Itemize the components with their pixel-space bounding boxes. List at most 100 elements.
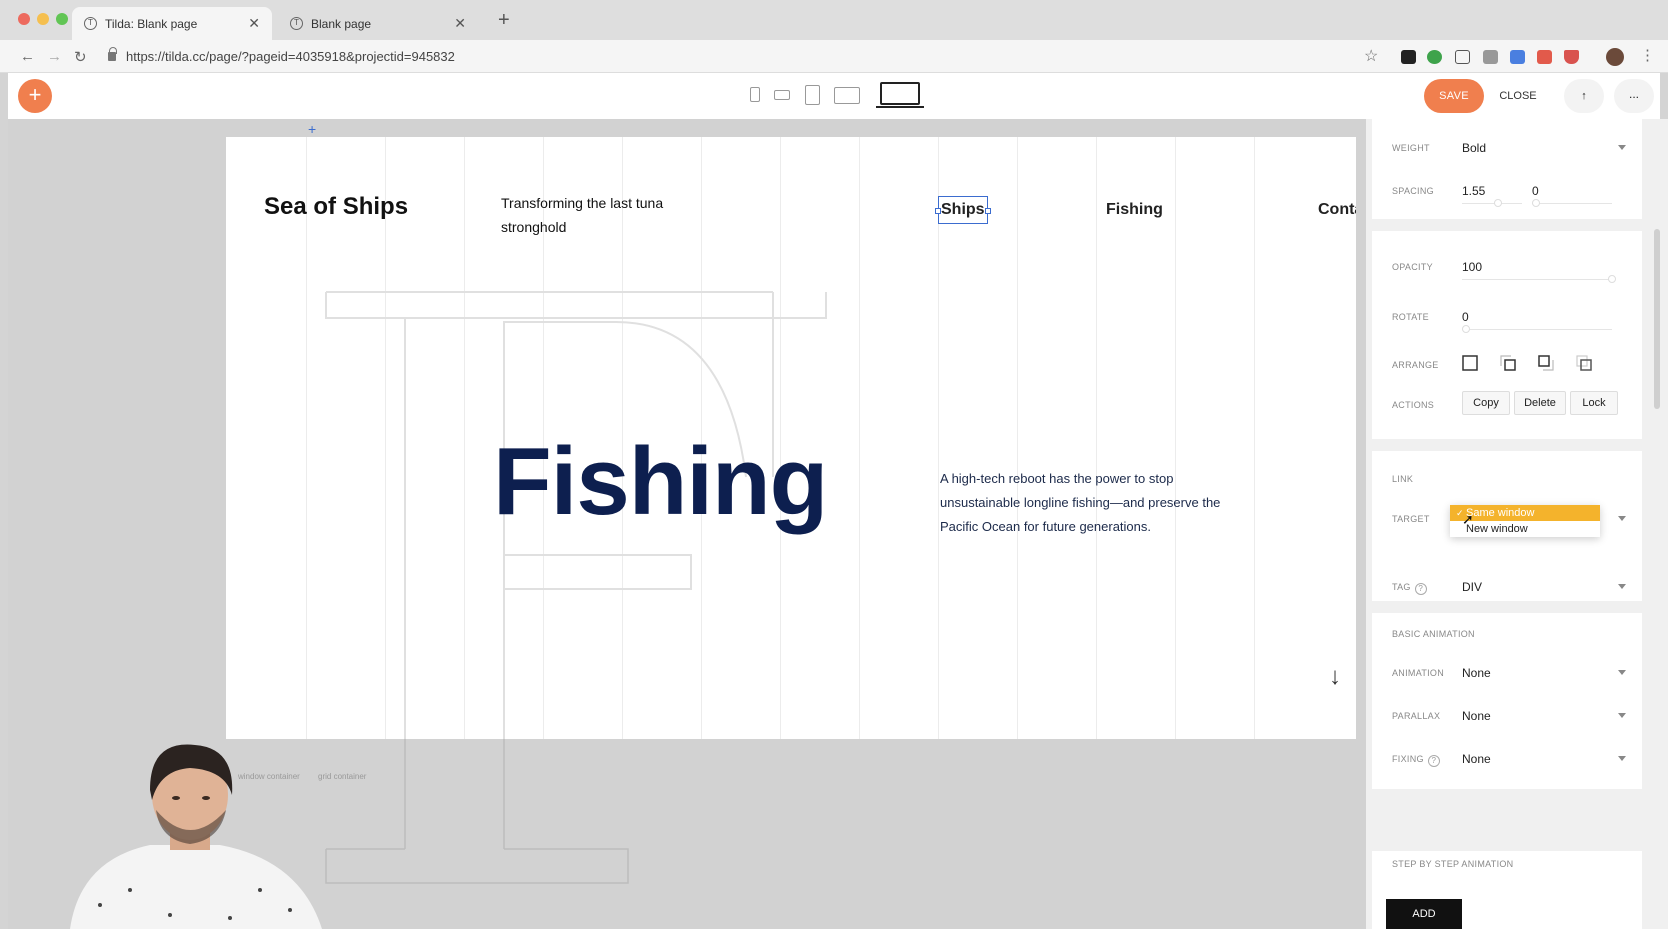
step-animation-title: STEP BY STEP ANIMATION <box>1392 859 1514 869</box>
opacity-slider[interactable] <box>1462 275 1616 283</box>
window-close-control[interactable] <box>18 13 30 25</box>
copy-button[interactable]: Copy <box>1462 391 1510 415</box>
spacing-label: SPACING <box>1392 186 1434 196</box>
typography-section: WEIGHT Bold SPACING 1.55 0 <box>1372 119 1642 219</box>
extension-capture-icon[interactable] <box>1455 50 1470 64</box>
fixing-label: FIXING <box>1392 754 1424 764</box>
panel-scrollbar[interactable] <box>1654 229 1660 409</box>
site-tagline[interactable]: Transforming the last tuna stronghold <box>501 191 681 239</box>
animation-row[interactable]: ANIMATION None <box>1372 659 1642 689</box>
device-mobile-landscape-icon[interactable] <box>774 90 790 100</box>
parallax-row[interactable]: PARALLAX None <box>1372 702 1642 732</box>
link-row[interactable]: LINK <box>1372 465 1642 495</box>
resize-handle-left[interactable] <box>935 208 941 214</box>
resize-handle-right[interactable] <box>984 208 991 214</box>
add-element-button[interactable]: + <box>18 79 52 113</box>
extension-evernote-icon[interactable] <box>1427 50 1442 64</box>
animation-label: ANIMATION <box>1392 668 1445 678</box>
help-icon[interactable]: ? <box>1414 583 1427 595</box>
extension-translate-icon[interactable] <box>1510 50 1525 64</box>
browser-menu-icon[interactable]: ⋮ <box>1640 46 1655 64</box>
profile-avatar[interactable] <box>1606 48 1624 66</box>
slider-knob[interactable] <box>1494 199 1502 207</box>
line-height-value[interactable]: 1.55 <box>1462 184 1485 198</box>
actions-label: ACTIONS <box>1392 400 1435 410</box>
nav-link-contacts[interactable]: Conta <box>1318 201 1356 219</box>
tag-row[interactable]: TAG? DIV <box>1372 573 1642 603</box>
fixing-value[interactable]: None <box>1462 752 1491 766</box>
opacity-row: OPACITY 100 <box>1372 253 1642 283</box>
chevron-down-icon <box>1618 670 1626 675</box>
bring-forward-icon[interactable] <box>1500 355 1516 371</box>
send-to-back-icon[interactable] <box>1576 355 1592 371</box>
chevron-down-icon <box>1618 713 1626 718</box>
scroll-down-arrow-icon[interactable]: ↓ <box>1329 663 1341 691</box>
reload-icon[interactable]: ↻ <box>74 48 87 66</box>
nav-link-fishing[interactable]: Fishing <box>1106 201 1163 219</box>
tab-title: Tilda: Blank page <box>105 16 198 31</box>
help-icon[interactable]: ? <box>1427 755 1440 767</box>
extension-notification-icon[interactable] <box>1537 50 1552 64</box>
browser-tab-tilda[interactable]: T Tilda: Blank page ✕ <box>72 7 272 40</box>
spacing-row: SPACING 1.55 0 <box>1372 177 1642 207</box>
window-zoom-control[interactable] <box>56 13 68 25</box>
forward-icon[interactable]: → <box>47 48 62 65</box>
nav-link-ships[interactable]: Ships <box>935 196 991 224</box>
delete-button[interactable]: Delete <box>1514 391 1566 415</box>
chevron-down-icon <box>1618 584 1626 589</box>
presenter-webcam-overlay <box>70 744 322 929</box>
bring-to-front-icon[interactable] <box>1462 355 1478 371</box>
nav-link-label: Ships <box>941 201 985 218</box>
target-label: TARGET <box>1392 514 1430 524</box>
animation-value[interactable]: None <box>1462 666 1491 680</box>
bookmark-star-icon[interactable]: ☆ <box>1364 46 1378 66</box>
send-backward-icon[interactable] <box>1538 355 1554 371</box>
slider-knob[interactable] <box>1462 325 1470 333</box>
artboard[interactable]: Sea of Ships Transforming the last tuna … <box>226 137 1356 739</box>
properties-panel: WEIGHT Bold SPACING 1.55 0 OPACITY 100 R… <box>1366 119 1668 929</box>
tab-close-icon[interactable]: ✕ <box>248 15 260 32</box>
device-tablet-portrait-icon[interactable] <box>805 85 820 105</box>
pin-button[interactable]: ↑ <box>1564 79 1604 113</box>
device-desktop-icon[interactable] <box>880 82 920 105</box>
extension-shield-icon[interactable] <box>1564 50 1579 64</box>
mouse-cursor-icon: ➚ <box>1462 511 1474 527</box>
add-step-animation-button[interactable]: ADD <box>1386 899 1462 929</box>
letter-spacing-value[interactable]: 0 <box>1532 184 1539 198</box>
slider-knob[interactable] <box>1608 275 1616 283</box>
rotate-row: ROTATE 0 <box>1372 303 1642 333</box>
hero-description[interactable]: A high-tech reboot has the power to stop… <box>940 467 1230 539</box>
tab-close-icon[interactable]: ✕ <box>454 15 466 32</box>
more-button[interactable]: ... <box>1614 79 1654 113</box>
desktop-stand-icon <box>876 106 924 108</box>
tag-value[interactable]: DIV <box>1462 580 1482 594</box>
line-height-slider[interactable] <box>1462 199 1522 207</box>
lock-button[interactable]: Lock <box>1570 391 1618 415</box>
browser-tab-bar: T Tilda: Blank page ✕ T Blank page ✕ + <box>0 0 1668 40</box>
rotate-slider[interactable] <box>1462 325 1612 333</box>
extension-camera-icon[interactable] <box>1483 50 1498 64</box>
parallax-value[interactable]: None <box>1462 709 1491 723</box>
browser-tab-blank[interactable]: T Blank page ✕ <box>278 7 478 40</box>
letter-spacing-slider[interactable] <box>1532 199 1612 207</box>
extension-flag-icon[interactable] <box>1401 50 1416 64</box>
back-icon[interactable]: ← <box>20 48 35 65</box>
window-minimize-control[interactable] <box>37 13 49 25</box>
crosshair-icon: + <box>308 121 317 137</box>
device-tablet-landscape-icon[interactable] <box>834 87 860 104</box>
hero-title[interactable]: Fishing <box>493 427 828 537</box>
close-button[interactable]: CLOSE <box>1494 79 1542 113</box>
url-field[interactable]: https://tilda.cc/page/?pageid=4035918&pr… <box>108 45 1378 68</box>
url-text: https://tilda.cc/page/?pageid=4035918&pr… <box>126 49 455 64</box>
link-label: LINK <box>1392 474 1414 484</box>
device-mobile-portrait-icon[interactable] <box>750 87 760 102</box>
slider-knob[interactable] <box>1532 199 1540 207</box>
new-tab-icon[interactable]: + <box>498 9 510 32</box>
weight-row[interactable]: WEIGHT Bold <box>1372 134 1642 164</box>
save-button[interactable]: SAVE <box>1424 79 1484 113</box>
site-logo[interactable]: Sea of Ships <box>264 193 408 221</box>
fixing-row[interactable]: FIXING? None <box>1372 745 1642 775</box>
rotate-value[interactable]: 0 <box>1462 310 1469 324</box>
opacity-value[interactable]: 100 <box>1462 260 1482 274</box>
weight-value[interactable]: Bold <box>1462 141 1486 155</box>
